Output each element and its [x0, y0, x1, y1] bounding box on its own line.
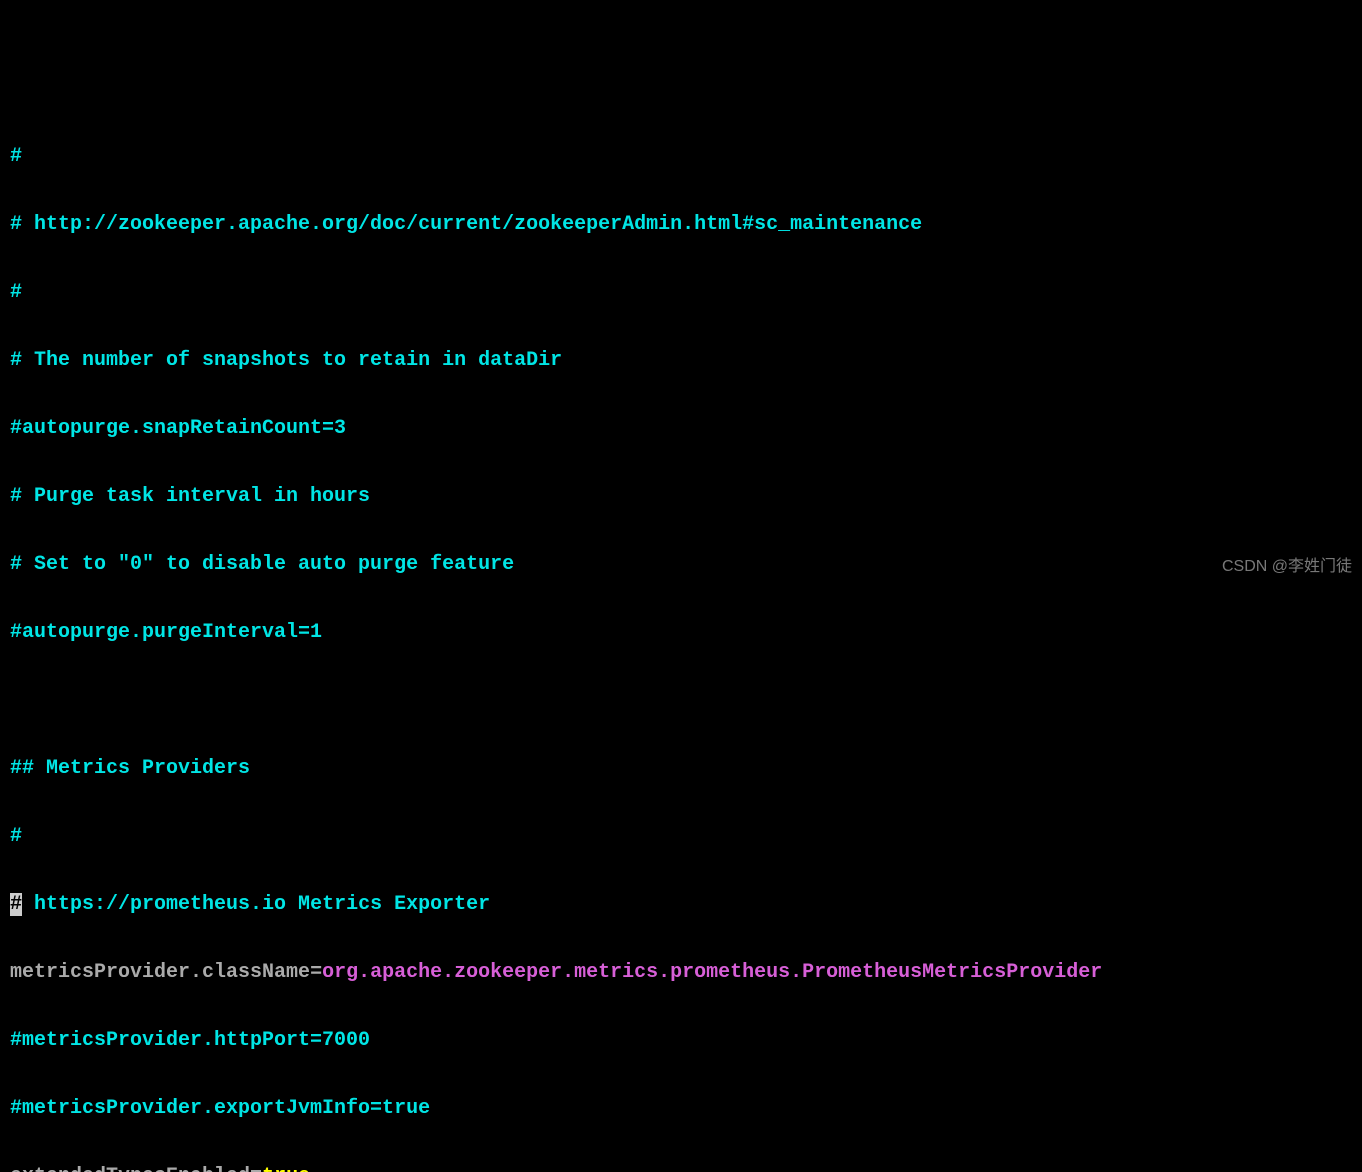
config-line: # The number of snapshots to retain in d…: [10, 344, 1352, 378]
config-line: #: [10, 820, 1352, 854]
config-line-kv: extendedTypesEnabled=true: [10, 1160, 1352, 1172]
config-line: #metricsProvider.exportJvmInfo=true: [10, 1092, 1352, 1126]
config-line-kv: metricsProvider.className=org.apache.zoo…: [10, 956, 1352, 990]
comment-text: https://prometheus.io Metrics Exporter: [22, 893, 490, 916]
comment-text: #metricsProvider.exportJvmInfo=true: [10, 1097, 430, 1120]
config-value: org.apache.zookeeper.metrics.prometheus.…: [322, 961, 1102, 984]
config-line: #: [10, 276, 1352, 310]
config-line: #autopurge.purgeInterval=1: [10, 616, 1352, 650]
comment-text: #: [10, 145, 22, 168]
comment-text: #autopurge.purgeInterval=1: [10, 621, 322, 644]
comment-text: ## Metrics Providers: [10, 757, 250, 780]
comment-text: #: [10, 281, 22, 304]
config-line: # Purge task interval in hours: [10, 480, 1352, 514]
config-line: # Set to "0" to disable auto purge featu…: [10, 548, 1352, 582]
watermark-text: CSDN @李姓门徒: [1222, 553, 1352, 580]
comment-text: #autopurge.snapRetainCount=3: [10, 417, 346, 440]
equals-sign: =: [310, 961, 322, 984]
comment-text: # The number of snapshots to retain in d…: [10, 349, 562, 372]
config-line-cursor[interactable]: # https://prometheus.io Metrics Exporter: [10, 888, 1352, 922]
config-value: true: [262, 1165, 310, 1172]
equals-sign: =: [250, 1165, 262, 1172]
comment-text: # Purge task interval in hours: [10, 485, 370, 508]
config-line: #metricsProvider.httpPort=7000: [10, 1024, 1352, 1058]
config-line: #autopurge.snapRetainCount=3: [10, 412, 1352, 446]
cursor-icon: #: [10, 893, 22, 916]
comment-text: # Set to "0" to disable auto purge featu…: [10, 553, 514, 576]
config-line-blank: [10, 684, 1352, 718]
config-line: #: [10, 140, 1352, 174]
config-line: # http://zookeeper.apache.org/doc/curren…: [10, 208, 1352, 242]
config-key: extendedTypesEnabled: [10, 1165, 250, 1172]
config-key: metricsProvider.className: [10, 961, 310, 984]
config-line: ## Metrics Providers: [10, 752, 1352, 786]
comment-text: #metricsProvider.httpPort=7000: [10, 1029, 370, 1052]
comment-text: #: [10, 825, 22, 848]
comment-text: # http://zookeeper.apache.org/doc/curren…: [10, 213, 922, 236]
